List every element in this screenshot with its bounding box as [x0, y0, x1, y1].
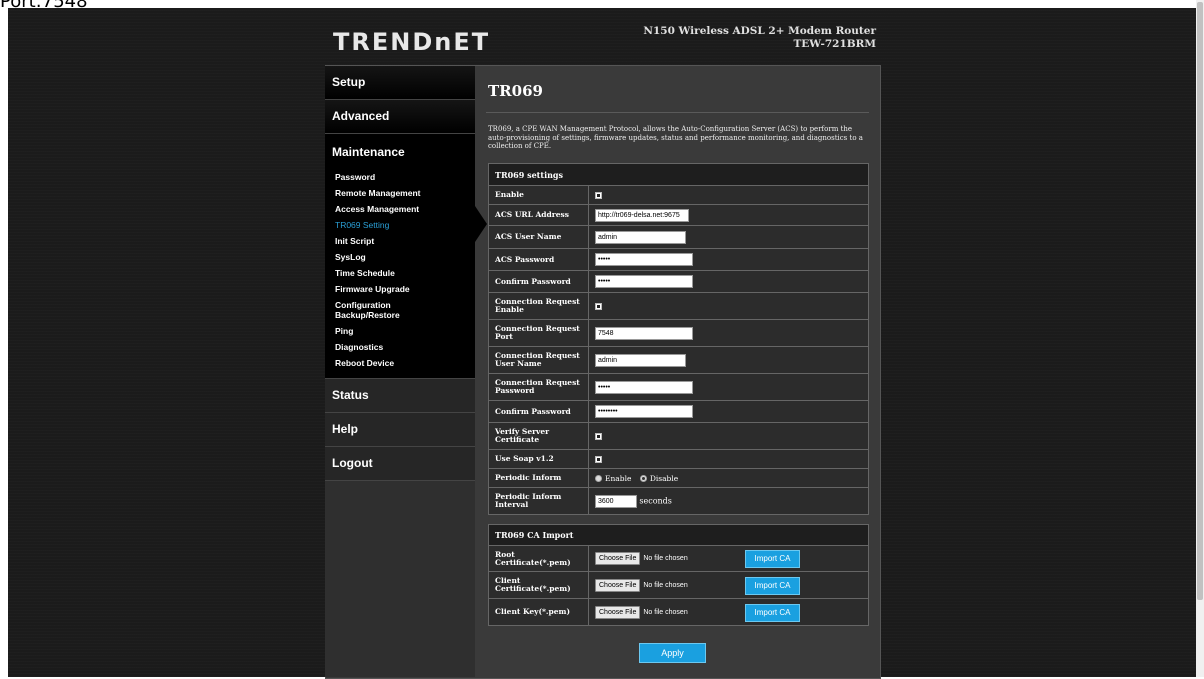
confirm-password-label: Confirm Password — [488, 270, 589, 293]
sidebar-item-help[interactable]: Help — [325, 413, 475, 447]
root-cert-choose-file-button[interactable]: Choose File — [595, 552, 641, 565]
conn-req-port-label: Connection Request Port — [488, 319, 589, 347]
enable-label: Enable — [488, 185, 589, 205]
verify-cert-checkbox[interactable] — [595, 433, 602, 440]
conn-req-enable-label: Connection Request Enable — [488, 292, 589, 320]
sidebar-maintenance-group: Maintenance Password Remote Management A… — [325, 134, 487, 379]
page-description: TR069, a CPE WAN Management Protocol, al… — [488, 125, 863, 150]
model-info: N150 Wireless ADSL 2+ Modem Router TEW-7… — [643, 25, 876, 51]
periodic-interval-unit: seconds — [639, 496, 672, 505]
root-cert-file-status: No file chosen — [643, 555, 688, 562]
model-number: TEW-721BRM — [793, 38, 876, 50]
client-cert-import-button[interactable]: Import CA — [745, 577, 800, 595]
periodic-interval-input[interactable]: 3600 — [595, 494, 637, 508]
title-divider — [486, 112, 869, 113]
sidebar-subitem-reboot-device[interactable]: Reboot Device — [325, 356, 475, 372]
client-cert-choose-file-button[interactable]: Choose File — [595, 578, 641, 592]
sidebar-item-setup[interactable]: Setup — [325, 66, 475, 100]
sidebar-subitem-tr069-setting[interactable]: TR069 Setting — [325, 218, 475, 234]
sidebar-subitem-password[interactable]: Password — [325, 170, 475, 186]
confirm-password-input[interactable]: ••••• — [595, 275, 693, 288]
acs-url-input[interactable]: http://tr069-delsa.net:9675 — [595, 208, 689, 222]
ca-import-header: TR069 CA Import — [488, 524, 869, 546]
acs-url-label: ACS URL Address — [488, 204, 589, 226]
use-soap-checkbox[interactable] — [595, 456, 602, 463]
sidebar-item-maintenance[interactable]: Maintenance — [325, 134, 475, 170]
root-cert-label: Root Certificate(*.pem) — [488, 545, 589, 572]
periodic-enable-radio[interactable] — [595, 475, 602, 482]
sidebar-subitem-access-management[interactable]: Access Management — [325, 202, 475, 218]
periodic-inform-label: Periodic Inform — [488, 468, 589, 488]
acs-password-label: ACS Password — [488, 248, 589, 271]
use-soap-label: Use Soap v1.2 — [488, 449, 589, 469]
active-section-arrow-icon — [475, 206, 487, 242]
scrollbar[interactable] — [1196, 0, 1204, 677]
sidebar-item-status[interactable]: Status — [325, 379, 475, 413]
periodic-enable-label: Enable — [605, 473, 632, 483]
periodic-disable-label: Disable — [649, 473, 679, 483]
sidebar-nav: Setup Advanced Maintenance Password Remo… — [325, 66, 487, 677]
acs-username-label: ACS User Name — [488, 225, 589, 249]
sidebar-subitem-firmware-upgrade[interactable]: Firmware Upgrade — [325, 282, 475, 298]
scrollbar-thumb[interactable] — [1197, 2, 1203, 600]
model-name: N150 Wireless ADSL 2+ Modem Router — [643, 25, 876, 37]
verify-cert-label: Verify Server Certificate — [488, 422, 589, 450]
client-key-file-status: No file chosen — [643, 608, 688, 616]
confirm-password2-label: Confirm Password — [488, 400, 589, 423]
tr069-settings-header: TR069 settings — [488, 163, 869, 186]
conn-req-password-label: Connection Request Password — [488, 373, 589, 401]
sidebar-lower-group: Status Help Logout — [325, 379, 475, 481]
sidebar-subitem-config-backup-restore[interactable]: Configuration Backup/Restore — [325, 298, 415, 324]
tr069-settings-table: TR069 settings Enable ACS URL Address ht… — [488, 163, 869, 515]
conn-req-enable-checkbox[interactable] — [595, 303, 602, 310]
client-cert-file-status: No file chosen — [643, 581, 688, 589]
enable-checkbox[interactable] — [595, 192, 602, 199]
sidebar-subitem-time-schedule[interactable]: Time Schedule — [325, 266, 475, 282]
trendnet-logo: TRENDnET — [333, 28, 491, 56]
sidebar-item-logout[interactable]: Logout — [325, 447, 475, 481]
conn-req-port-input[interactable]: 7548 — [595, 326, 693, 340]
client-key-choose-file-button[interactable]: Choose File — [595, 605, 641, 619]
page-title: TR069 — [488, 82, 543, 100]
acs-password-input[interactable]: ••••• — [595, 253, 693, 266]
client-key-label: Client Key(*.pem) — [488, 598, 589, 626]
sidebar-subitem-remote-management[interactable]: Remote Management — [325, 186, 475, 202]
sidebar-subitem-init-script[interactable]: Init Script — [325, 234, 475, 250]
periodic-disable-radio[interactable] — [639, 475, 647, 482]
sidebar-subitem-diagnostics[interactable]: Diagnostics — [325, 340, 475, 356]
sidebar-item-advanced[interactable]: Advanced — [325, 100, 475, 134]
client-key-import-button[interactable]: Import CA — [745, 604, 800, 622]
confirm-password2-input[interactable]: •••••••• — [595, 405, 693, 418]
apply-button[interactable]: Apply — [639, 643, 706, 663]
client-cert-label: Client Certificate(*.pem) — [488, 571, 589, 599]
root-cert-import-button[interactable]: Import CA — [745, 550, 800, 568]
conn-req-username-label: Connection Request User Name — [488, 346, 589, 374]
conn-req-password-input[interactable]: ••••• — [595, 380, 693, 394]
conn-req-username-input[interactable]: admin — [595, 353, 686, 367]
ca-import-table: TR069 CA Import Root Certificate(*.pem) … — [488, 524, 869, 626]
sidebar-subitem-ping[interactable]: Ping — [325, 324, 475, 340]
acs-username-input[interactable]: admin — [595, 230, 686, 244]
sidebar-subitem-syslog[interactable]: SysLog — [325, 250, 475, 266]
periodic-interval-label: Periodic Inform Interval — [488, 487, 589, 515]
